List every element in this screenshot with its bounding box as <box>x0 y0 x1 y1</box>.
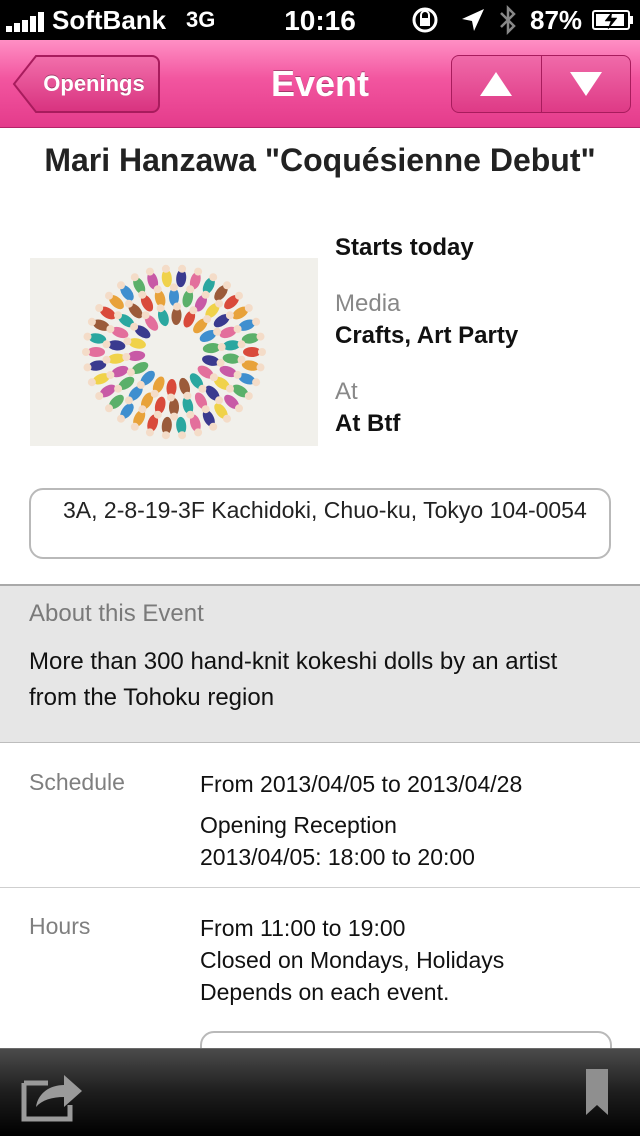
address-button[interactable]: 3A, 2-8-19-3F Kachidoki, Chuo-ku, Tokyo … <box>29 488 611 559</box>
about-title: About this Event <box>29 600 204 627</box>
battery-percentage: 87% <box>530 5 583 35</box>
bluetooth-icon <box>500 5 516 35</box>
schedule-label: Schedule <box>29 769 125 795</box>
back-button[interactable]: Openings <box>12 55 160 113</box>
hours-time: From 11:00 to 19:00 <box>200 915 406 941</box>
rotation-lock-icon <box>412 7 438 33</box>
previous-event-button[interactable] <box>452 56 541 112</box>
down-triangle-icon <box>569 72 602 96</box>
start-status: Starts today <box>335 234 474 261</box>
about-description: More than 300 hand-knit kokeshi dolls by… <box>29 648 558 711</box>
hours-note: Depends on each event. <box>200 979 450 1005</box>
row-divider <box>0 887 640 888</box>
event-title: Mari Hanzawa "Coquésienne Debut" <box>44 142 596 178</box>
event-detail-content[interactable]: Mari Hanzawa "Coquésienne Debut" Starts … <box>0 128 640 1048</box>
up-triangle-icon <box>480 72 513 96</box>
hours-closed: Closed on Mondays, Holidays <box>200 947 505 973</box>
schedule-dates: From 2013/04/05 to 2013/04/28 <box>200 771 523 797</box>
more-info-button[interactable] <box>200 1031 612 1048</box>
battery-icon <box>592 10 633 30</box>
next-event-button[interactable] <box>540 56 631 112</box>
bottom-toolbar <box>0 1048 640 1136</box>
opening-reception-label: Opening Reception <box>200 812 397 838</box>
location-arrow-icon <box>462 9 484 31</box>
media-value: Crafts, Art Party <box>335 322 519 349</box>
opening-reception-time: 2013/04/05: 18:00 to 20:00 <box>200 844 475 870</box>
about-section: About this Event More than 300 hand-knit… <box>0 584 640 743</box>
prev-next-segmented-control <box>451 55 631 113</box>
media-label: Media <box>335 290 401 317</box>
share-icon[interactable] <box>18 1067 86 1123</box>
event-image[interactable] <box>30 258 318 446</box>
back-button-label: Openings <box>43 71 145 96</box>
navigation-bar: Openings Event <box>0 40 640 128</box>
venue-value: At Btf <box>335 410 401 437</box>
hours-label: Hours <box>29 913 91 939</box>
bookmark-icon[interactable] <box>584 1067 610 1117</box>
page-title: Event <box>270 63 370 104</box>
venue-label: At <box>335 378 358 405</box>
status-bar: SoftBank 3G 10:16 87% <box>0 0 640 40</box>
